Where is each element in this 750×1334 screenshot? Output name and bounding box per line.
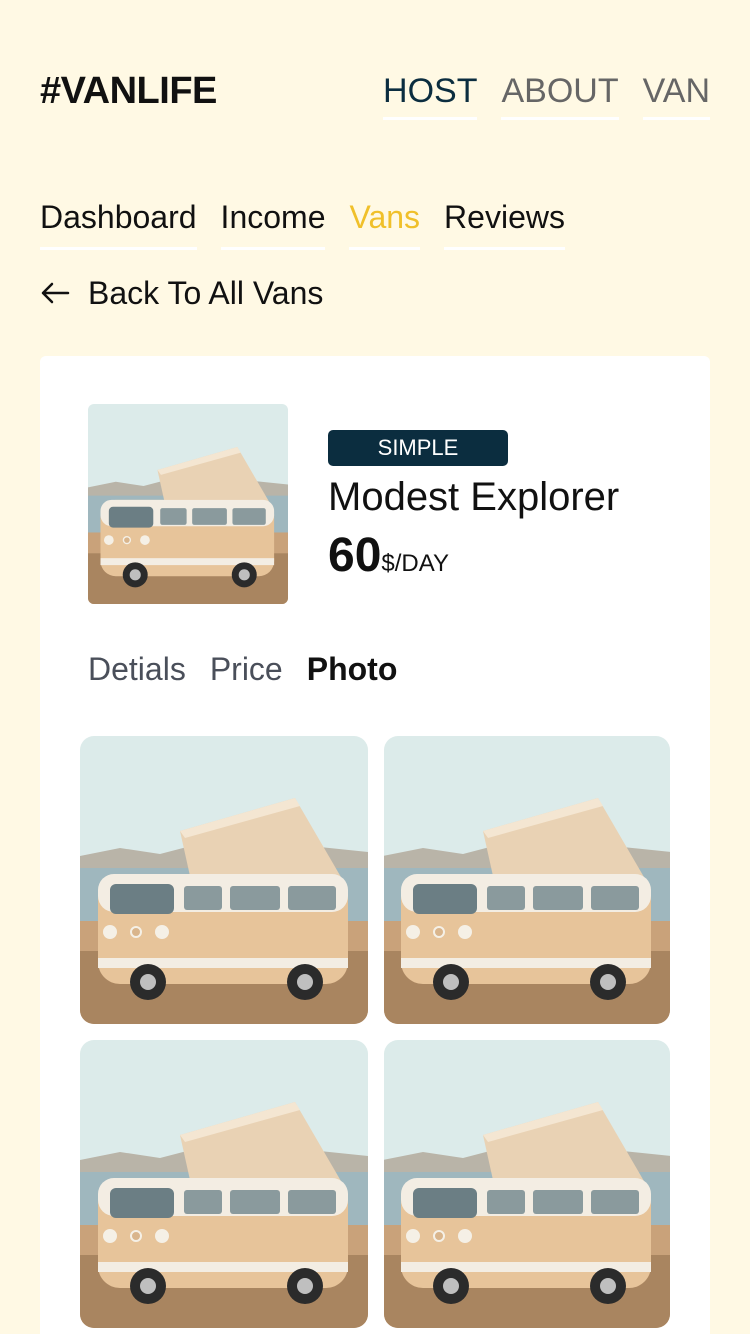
subnav-link-dashboard[interactable]: Dashboard	[40, 190, 197, 250]
back-to-vans-link[interactable]: Back To All Vans	[40, 268, 323, 318]
van-detail-tabs: Detials Price Photo	[88, 646, 397, 692]
back-link-label: Back To All Vans	[88, 275, 324, 311]
site-logo[interactable]: #VANLIFE	[40, 62, 217, 120]
tab-photo[interactable]: Photo	[307, 646, 398, 692]
van-detail-card: SIMPLE Modest Explorer 60$/DAY Detials P…	[40, 356, 710, 1334]
host-subnav: Dashboard Income Vans Reviews	[40, 190, 565, 250]
van-photo[interactable]	[384, 1040, 670, 1328]
van-name: Modest Explorer	[328, 475, 620, 519]
van-price: 60$/DAY	[328, 528, 449, 595]
nav-link-about[interactable]: ABOUT	[501, 62, 619, 120]
van-photo[interactable]	[80, 736, 368, 1024]
van-photo[interactable]	[80, 1040, 368, 1328]
van-photo[interactable]	[384, 736, 670, 1024]
nav-link-host[interactable]: HOST	[383, 62, 478, 120]
nav-link-van[interactable]: VAN	[642, 62, 710, 120]
subnav-link-income[interactable]: Income	[220, 190, 326, 250]
tab-details[interactable]: Detials	[88, 646, 186, 692]
van-type-badge: SIMPLE	[328, 430, 508, 466]
tab-price[interactable]: Price	[210, 646, 283, 692]
subnav-link-reviews[interactable]: Reviews	[444, 190, 565, 250]
subnav-link-vans[interactable]: Vans	[349, 190, 421, 250]
site-header: #VANLIFE HOST ABOUT VAN	[40, 62, 710, 122]
arrow-left-icon	[40, 281, 70, 305]
price-unit: $/DAY	[381, 550, 449, 577]
van-thumbnail	[88, 404, 288, 604]
price-amount: 60	[328, 529, 382, 582]
main-nav: HOST ABOUT VAN	[383, 62, 710, 120]
